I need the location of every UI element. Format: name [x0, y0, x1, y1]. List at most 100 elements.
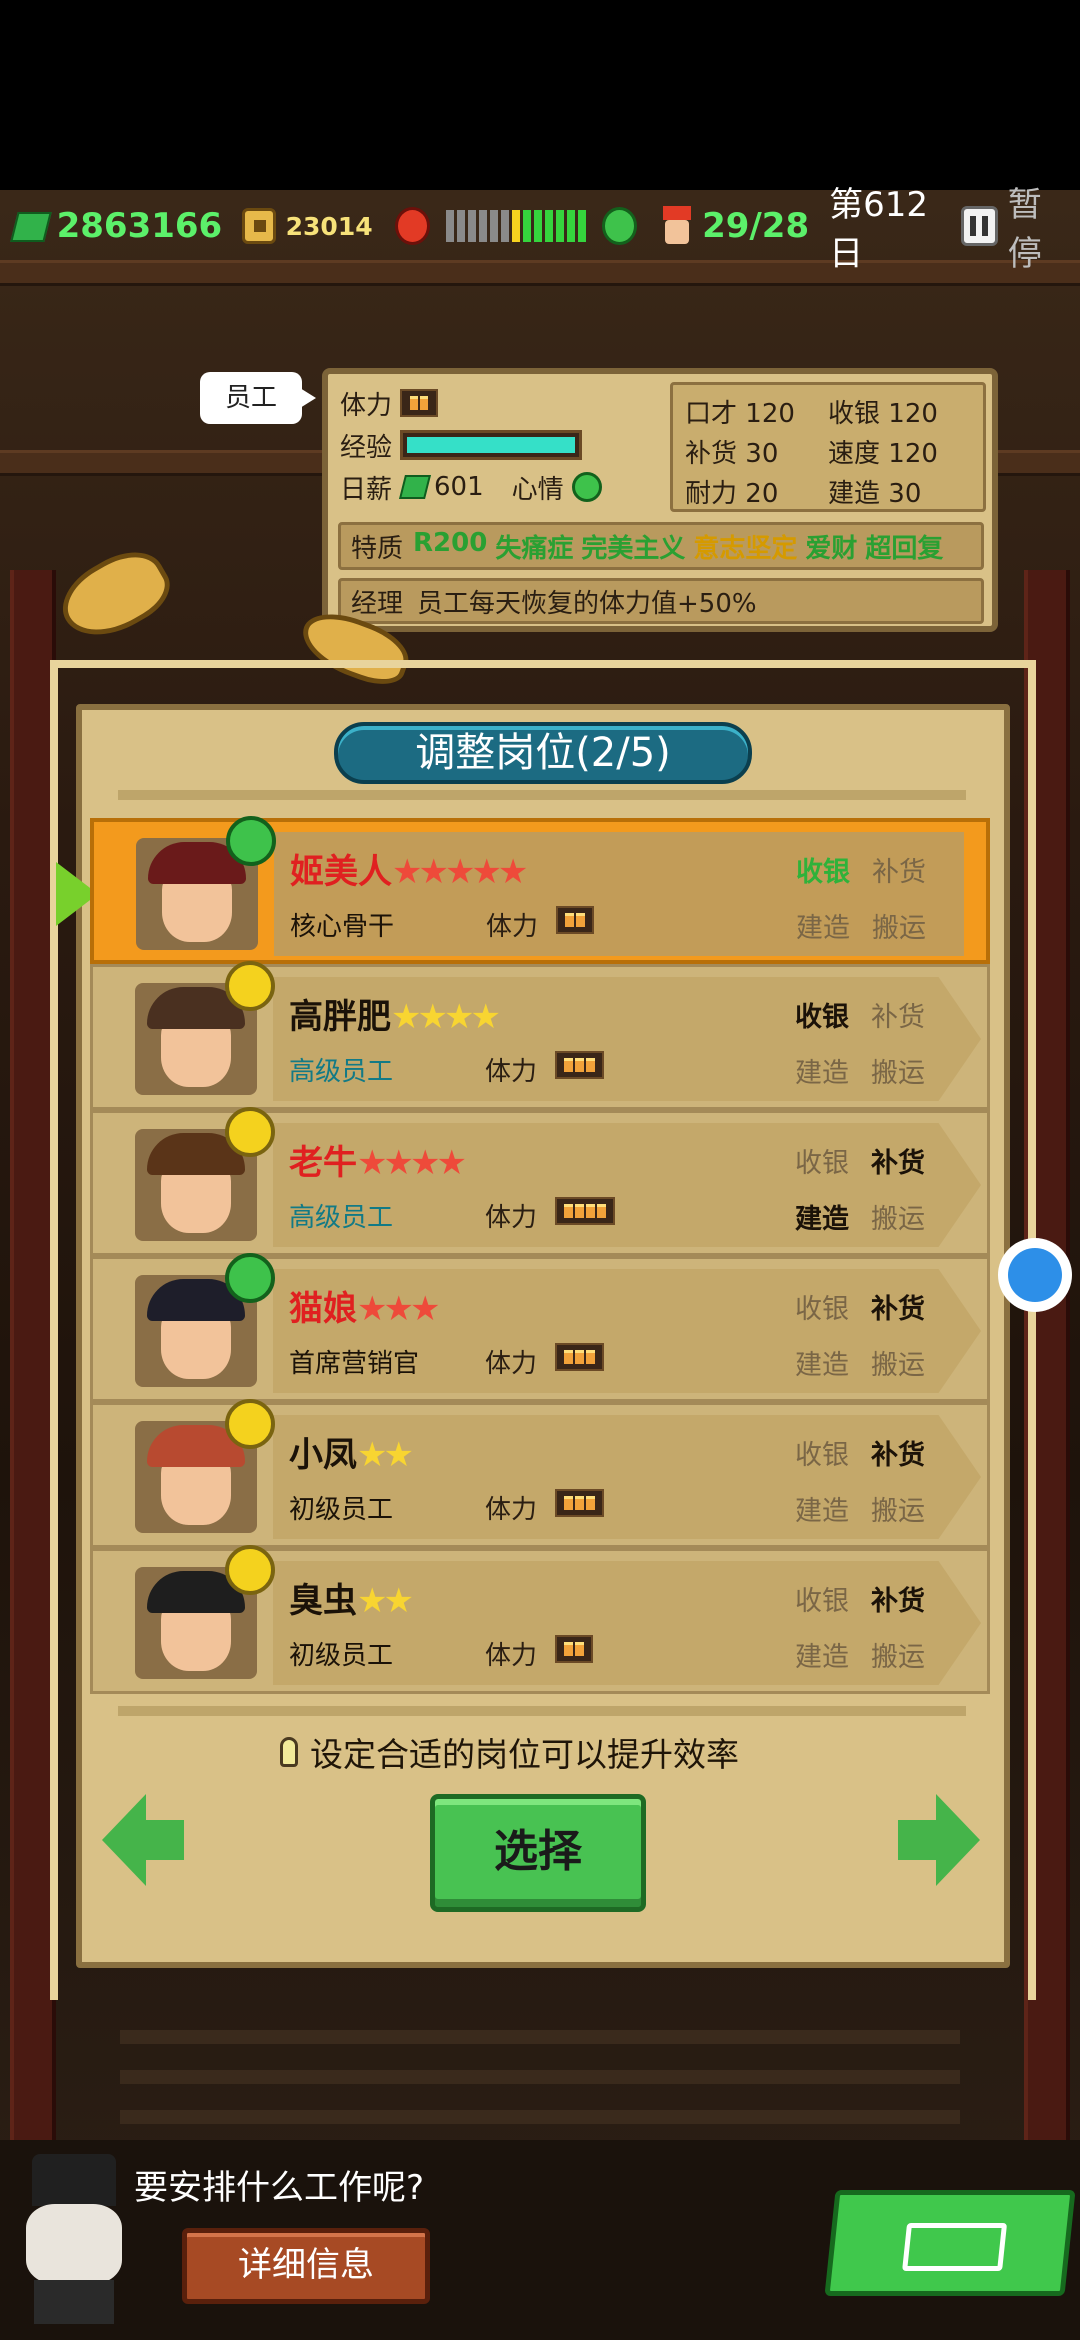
money-value: 2863166: [56, 206, 223, 246]
employee-rank: 初级员工: [289, 1495, 394, 1525]
employee-list: 姬美人★★★★★ 核心骨干 体力 收银 补货 建造 搬运 高胖肥★★★★ 高级员工 体力 收银 补货建…: [90, 816, 990, 1694]
job-toggle[interactable]: 收银: [795, 1287, 849, 1326]
employee-row[interactable]: 高胖肥★★★★ 高级员工 体力 收银 补货 建造 搬运: [90, 961, 990, 1110]
employee-row[interactable]: 小凤★★ 初级员工 体力 收银 补货 建造 搬运: [90, 1399, 990, 1548]
mood-label: 心情: [511, 474, 564, 505]
coin-value: 23014: [285, 211, 373, 241]
job-toggle[interactable]: 收银: [795, 1433, 849, 1472]
attribute-stat: 补货 30: [685, 438, 779, 469]
stamina-bar: [555, 1489, 604, 1517]
job-toggle[interactable]: 补货: [871, 1141, 925, 1180]
neutral-face-icon: [225, 1545, 275, 1595]
star-rating: ★★: [357, 1581, 414, 1621]
prev-arrow-button[interactable]: [102, 1794, 186, 1886]
employee-row[interactable]: 老牛★★★★ 高级员工 体力 收银 补货 建造 搬运: [90, 1107, 990, 1256]
salary-label: 日薪: [340, 474, 393, 505]
employee-rank: 高级员工: [289, 1057, 394, 1087]
job-toggle[interactable]: 建造: [795, 1489, 849, 1528]
attribute-grid: 口才 120 收银 120 补货 30 速度 120 耐力 20 建造 30: [670, 382, 986, 512]
neutral-face-icon: [225, 1399, 275, 1449]
cash-icon: [10, 206, 47, 246]
employee-name: 小凤★★: [289, 1435, 414, 1475]
employee-row[interactable]: 猫娘★★★ 首席营销官 体力 收银 补货 建造 搬运: [90, 1253, 990, 1402]
stamina-label: 体力: [485, 1057, 538, 1087]
job-toggle[interactable]: 收银: [796, 850, 850, 889]
select-button[interactable]: 选择: [430, 1794, 646, 1912]
job-toggle[interactable]: 补货: [871, 995, 925, 1034]
employee-rank: 高级员工: [289, 1203, 394, 1233]
star-rating: ★★: [357, 1435, 414, 1475]
stamina-bar: [400, 389, 439, 417]
stamina-label: 体力: [340, 390, 393, 421]
job-toggle[interactable]: 收银: [795, 1141, 849, 1180]
job-toggle[interactable]: 收银: [795, 1579, 849, 1618]
employee-name: 姬美人★★★★★: [290, 852, 528, 892]
happy-face-icon: [225, 1253, 275, 1303]
attribute-stat: 速度 120: [828, 438, 938, 469]
satisfaction-bar: [445, 210, 586, 242]
angry-face-icon: [394, 207, 430, 245]
stamina-bar: [556, 906, 594, 934]
employee-name: 老牛★★★★: [289, 1143, 467, 1183]
job-toggle[interactable]: 搬运: [871, 1635, 925, 1674]
coin-icon: [242, 208, 276, 244]
job-toggle[interactable]: 收银: [795, 995, 849, 1034]
exp-bar: [400, 430, 583, 460]
trait-tag: 失痛症: [495, 533, 574, 564]
job-toggle[interactable]: 建造: [795, 1343, 849, 1382]
employee-info-card: 体力 经验 日薪 601 心情 口才 120 收银 120 补货 30 速度 120 耐…: [322, 368, 998, 632]
job-toggle[interactable]: 建造: [795, 1051, 849, 1090]
lightbulb-icon: [280, 1737, 298, 1767]
pause-label[interactable]: 暂停: [1008, 177, 1070, 275]
job-toggle[interactable]: 补货: [871, 1579, 925, 1618]
stamina-bar: [555, 1635, 593, 1663]
job-toggle[interactable]: 建造: [795, 1197, 849, 1236]
neutral-face-icon: [225, 1107, 275, 1157]
star-rating: ★★★★★: [392, 852, 528, 892]
staff-icon: [659, 206, 692, 246]
stamina-label: 体力: [485, 1495, 538, 1525]
pause-button[interactable]: [960, 206, 998, 246]
stamina-label: 体力: [485, 1641, 538, 1671]
staff-tag: 员工: [200, 372, 316, 424]
divider: [118, 790, 966, 800]
hint-text: 设定合适的岗位可以提升效率: [280, 1728, 739, 1776]
day-counter: 第612日: [829, 185, 929, 274]
job-toggle[interactable]: 补货: [871, 1287, 925, 1326]
star-rating: ★★★★: [391, 997, 501, 1037]
job-toggle[interactable]: 搬运: [871, 1489, 925, 1528]
job-toggle[interactable]: 搬运: [871, 1343, 925, 1382]
job-toggle[interactable]: 补货: [871, 1433, 925, 1472]
job-toggle[interactable]: 搬运: [871, 1051, 925, 1090]
job-toggle[interactable]: 建造: [795, 1635, 849, 1674]
detail-info-button[interactable]: 详细信息: [182, 2228, 430, 2304]
happy-face-icon: [601, 207, 638, 245]
stamina-bar: [555, 1197, 615, 1225]
happy-face-icon: [226, 816, 276, 866]
top-hud: 2863166 23014 29/28 第612日 暂停: [0, 185, 1080, 274]
npc-avatar: [4, 2154, 144, 2324]
star-rating: ★★★★: [357, 1143, 467, 1183]
employee-rank: 初级员工: [289, 1641, 394, 1671]
stamina-label: 体力: [485, 1203, 538, 1233]
manager-row: 经理 员工每天恢复的体力值+50%: [338, 578, 984, 624]
job-toggle[interactable]: 搬运: [872, 906, 926, 945]
next-arrow-button[interactable]: [896, 1794, 980, 1886]
traits-row: 特质 R200 失痛症 完美主义 意志坚定 爱财 超回复: [338, 522, 984, 570]
job-toggle[interactable]: 搬运: [871, 1197, 925, 1236]
employee-name: 猫娘★★★: [289, 1289, 440, 1329]
exp-label: 经验: [340, 432, 393, 463]
employee-row[interactable]: 臭虫★★ 初级员工 体力 收银 补货 建造 搬运: [90, 1545, 990, 1694]
stamina-bar: [555, 1343, 604, 1371]
job-toggle[interactable]: 补货: [872, 850, 926, 889]
floating-assistant-button[interactable]: [998, 1238, 1072, 1312]
attribute-stat: 收银 120: [828, 398, 938, 429]
attribute-stat: 口才 120: [685, 398, 795, 429]
confirm-button[interactable]: [824, 2190, 1076, 2296]
traits-label: 特质: [351, 533, 404, 564]
employee-row[interactable]: 姬美人★★★★★ 核心骨干 体力 收银 补货 建造 搬运: [90, 816, 990, 964]
attribute-stat: 建造 30: [828, 478, 922, 509]
staff-count: 29/28: [702, 206, 810, 246]
stamina-label: 体力: [486, 912, 539, 942]
job-toggle[interactable]: 建造: [796, 906, 850, 945]
